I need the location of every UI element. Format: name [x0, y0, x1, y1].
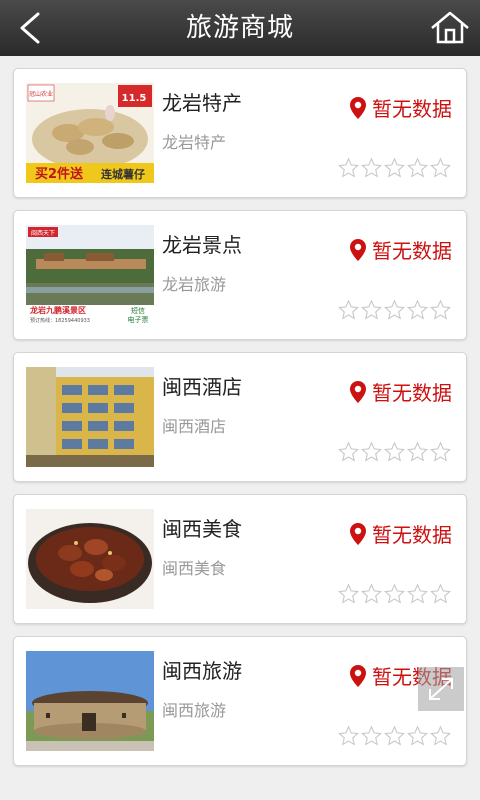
page-title: 旅游商城 [185, 13, 294, 43]
svg-text:冠山农业: 冠山农业 [29, 90, 53, 98]
item-subtitle: 闽西美食 [162, 559, 227, 578]
thumbnail-food [26, 509, 154, 609]
category-list: 冠山农业 11.5 买2件送 连城薯仔 龙岩特产 龙岩特产 暂无数据 闽西天下 … [13, 68, 467, 778]
status: 暂无数据 [350, 235, 452, 264]
star-icon [361, 725, 382, 746]
thumbnail-hotel [26, 367, 154, 467]
star-icon [407, 725, 428, 746]
location-pin-icon [350, 238, 366, 261]
status: 暂无数据 [350, 519, 452, 548]
star-icon [361, 157, 382, 178]
star-icon [430, 583, 451, 604]
star-icon [338, 583, 359, 604]
location-pin-icon [350, 522, 366, 545]
star-rating [337, 583, 452, 605]
item-subtitle: 闽西旅游 [162, 701, 227, 720]
item-title: 闽西旅游 [162, 659, 242, 683]
list-item[interactable]: 闽西旅游 闽西旅游 暂无数据 [13, 636, 467, 766]
location-pin-icon [350, 96, 366, 119]
svg-text:龙岩九鹏溪景区: 龙岩九鹏溪景区 [29, 305, 86, 315]
star-rating [337, 157, 452, 179]
star-icon [361, 299, 382, 320]
star-icon [430, 299, 451, 320]
item-subtitle: 龙岩特产 [162, 133, 227, 152]
item-subtitle: 龙岩旅游 [162, 275, 227, 294]
list-item[interactable]: 闽西美食 闽西美食 暂无数据 [13, 494, 467, 624]
location-pin-icon [350, 380, 366, 403]
star-icon [384, 725, 405, 746]
item-title: 龙岩特产 [162, 91, 242, 115]
item-title: 龙岩景点 [162, 233, 242, 257]
top-bar: 旅游商城 [0, 0, 480, 56]
home-button[interactable] [428, 8, 472, 48]
status: 暂无数据 [350, 377, 452, 406]
star-icon [384, 157, 405, 178]
status-text: 暂无数据 [372, 239, 452, 263]
star-icon [407, 441, 428, 462]
list-item[interactable]: 闽西酒店 闽西酒店 暂无数据 [13, 352, 467, 482]
star-icon [407, 157, 428, 178]
list-item[interactable]: 冠山农业 11.5 买2件送 连城薯仔 龙岩特产 龙岩特产 暂无数据 [13, 68, 467, 198]
svg-text:11.5: 11.5 [122, 93, 147, 104]
collapse-arrows-icon [429, 678, 453, 700]
star-icon [430, 157, 451, 178]
star-icon [384, 441, 405, 462]
svg-text:闽西天下: 闽西天下 [31, 229, 55, 237]
star-icon [338, 157, 359, 178]
star-icon [430, 441, 451, 462]
thumbnail-scenic: 闽西天下 龙岩九鹏溪景区 预订热线：18259440933 短信 电子票 [26, 225, 154, 325]
item-subtitle: 闽西酒店 [162, 417, 227, 436]
status-text: 暂无数据 [372, 97, 452, 121]
home-icon [431, 11, 469, 44]
status: 暂无数据 [350, 93, 452, 122]
svg-text:预订热线：18259440933: 预订热线：18259440933 [30, 317, 90, 324]
svg-text:电子票: 电子票 [128, 315, 149, 324]
list-item[interactable]: 闽西天下 龙岩九鹏溪景区 预订热线：18259440933 短信 电子票 龙岩景… [13, 210, 467, 340]
svg-text:买2件送: 买2件送 [35, 166, 84, 182]
thumbnail-tulou [26, 651, 154, 751]
collapse-button[interactable] [418, 667, 464, 711]
svg-text:短信: 短信 [131, 306, 145, 315]
thumbnail-peanuts: 冠山农业 11.5 买2件送 连城薯仔 [26, 83, 154, 183]
star-rating [337, 725, 452, 747]
star-icon [407, 583, 428, 604]
star-icon [407, 299, 428, 320]
status-text: 暂无数据 [372, 523, 452, 547]
star-icon [338, 441, 359, 462]
item-title: 闽西美食 [162, 517, 242, 541]
status-text: 暂无数据 [372, 381, 452, 405]
star-icon [361, 441, 382, 462]
star-icon [384, 583, 405, 604]
star-icon [338, 725, 359, 746]
star-rating [337, 299, 452, 321]
item-title: 闽西酒店 [162, 375, 242, 399]
location-pin-icon [350, 664, 366, 687]
star-icon [430, 725, 451, 746]
svg-text:连城薯仔: 连城薯仔 [101, 167, 145, 181]
star-icon [361, 583, 382, 604]
star-rating [337, 441, 452, 463]
star-icon [338, 299, 359, 320]
star-icon [384, 299, 405, 320]
